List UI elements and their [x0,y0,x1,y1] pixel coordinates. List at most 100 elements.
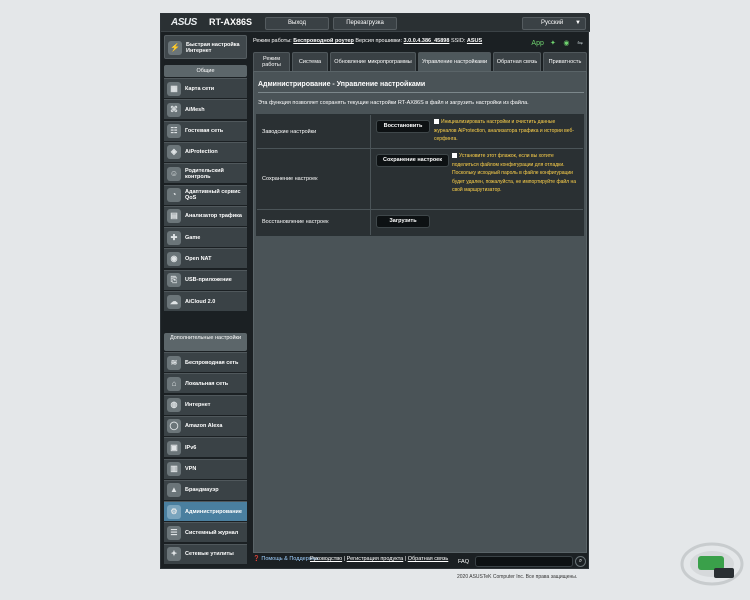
settings-table: Заводские настройки Восстановить Инициал… [256,114,584,236]
sidebar-item-label: Интернет [185,402,211,409]
sidebar-item-open-nat[interactable]: ◉ Open NAT [164,248,247,269]
firmware-link[interactable]: 3.0.0.4.386_45898 [404,38,450,44]
tab-feedback[interactable]: Обратная связь [493,52,541,71]
sidebar-item-vpn[interactable]: ▥ VPN [164,458,247,479]
faq-search-input[interactable] [475,556,573,567]
tab-bar: Режим работы Система Обновление микропро… [253,52,587,71]
sidebar-item-label: Администри­рование [185,508,242,515]
sidebar-item-label: Game [185,234,201,241]
sidebar-item-usb[interactable]: ⎘ USB-приложение [164,269,247,290]
restore-settings-label: Восстановление настроек [262,219,329,225]
chevron-down-icon: ▼ [575,20,581,26]
sidebar-item-lan[interactable]: ⌂ Локальная сеть [164,373,247,394]
save-settings-cell: Сохранение настроек Установите этот флаж… [370,149,583,209]
save-settings-button[interactable]: Сохранение настроек [376,154,449,167]
tab-label: Управление настройками [421,59,488,65]
internet-status-icon[interactable]: ◉ [562,40,570,48]
guest-network-icon: ☷ [167,124,181,139]
restore-button[interactable]: Восстановить [376,120,430,133]
registration-link[interactable]: Регистрация продукта [347,556,404,562]
sidebar-item-label: Анализатор трафика [185,213,242,220]
restore-settings-cell: Загрузить [370,210,583,235]
quick-setup-icon: ⚡ [168,40,182,55]
sidebar-item-label: Родительский контроль [185,167,224,180]
upload-button[interactable]: Загрузить [376,215,430,228]
manual-link[interactable]: Руководство [310,556,342,562]
sidebar-item-label: Беспроводная сеть [185,359,239,366]
model-name: RT-AX86S [209,17,253,27]
tab-privacy[interactable]: Приватность [543,52,587,71]
asus-logo[interactable]: ASUS [171,17,197,28]
sidebar-item-qos[interactable]: ◔ Адаптивный сервис QoS [164,184,247,205]
tab-firmware-upgrade[interactable]: Обновление микропрограммы [330,52,416,71]
clear-logs-checkbox[interactable] [434,119,439,125]
sidebar-item-label: Карта сети [185,85,215,92]
ssid-link[interactable]: ASUS [467,38,482,44]
sidebar-item-label: AiProtection [185,149,218,156]
sidebar-item-aicloud[interactable]: ☁ AiCloud 2.0 [164,291,247,311]
sidebar-item-label: VPN [185,466,197,472]
sidebar-item-ipv6[interactable]: ▣ IPv6 [164,437,247,458]
sidebar-item-label: Гостевая сеть [185,128,224,135]
watermark-logo [680,542,744,586]
sidebar-item-traffic-analyzer[interactable]: ▤ Анализатор трафика [164,205,247,226]
network-map-icon: ▦ [167,81,181,96]
tab-operation-mode[interactable]: Режим работы [253,52,290,71]
aicloud-icon: ☁ [167,294,181,309]
sidebar-item-aiprotection[interactable]: ◈ AiProtection [164,141,247,162]
quick-setup-row: ⚡ Быстрая настройка Интернет [165,37,248,58]
sidebar-item-parental-control[interactable]: ☺ Родительский контроль [164,163,247,184]
language-select[interactable]: Русский ▼ [522,17,586,30]
sidebar-item-network-map[interactable]: ▦ Карта сети [164,78,247,98]
sidebar-item-administration[interactable]: ⚙ Администри­рование [164,501,247,522]
router-admin-window: ASUS RT-AX86S Выход Перезагрузка Русский… [160,13,590,570]
sidebar-item-label: Системный журнал [185,529,239,536]
app-icon[interactable]: App [531,40,543,48]
sidebar-item-wan[interactable]: ◍ Интернет [164,394,247,415]
tab-label: Режим работы [262,56,281,68]
help-support-link[interactable]: ❓ Помощь & Поддержка [253,556,318,562]
feedback-link[interactable]: Обратная связь [408,556,449,562]
wifi-icon[interactable]: ✦ [549,40,557,48]
share-config-text: Установите этот флажок, если вы хотите п… [452,153,576,193]
firmware-label: Версия прошивки: [355,38,402,44]
reboot-button[interactable]: Перезагрузка [333,17,397,30]
quick-setup-button[interactable]: ⚡ Быстрая настройка Интернет [164,35,247,59]
sidebar-item-game[interactable]: ✚ Game [164,227,247,248]
save-settings-note: Установите этот флажок, если вы хотите п… [452,152,580,195]
sidebar-item-label: Брандмауэр [185,487,219,494]
tab-settings-management[interactable]: Управление настройками [418,52,491,71]
sidebar-item-system-log[interactable]: ☰ Системный журнал [164,522,247,543]
usb-status-icon[interactable]: ⇋ [576,40,584,48]
sidebar-item-firewall[interactable]: ▲ Брандмауэр [164,479,247,500]
sidebar-item-guest-network[interactable]: ☷ Гостевая сеть [164,120,247,141]
firewall-icon: ▲ [167,483,181,498]
alexa-icon: ◯ [167,419,181,434]
share-config-checkbox[interactable] [452,153,457,159]
page-description: Эта функция позволяет сохранять текущие … [258,100,529,106]
lan-icon: ⌂ [167,376,181,391]
open-nat-icon: ◉ [167,251,181,266]
ipv6-icon: ▣ [167,440,181,455]
general-section-header: Общие [164,65,247,77]
traffic-analyzer-icon: ▤ [167,209,181,224]
wan-icon: ◍ [167,398,181,413]
sidebar-item-label: Адаптивный сервис QoS [185,189,241,201]
sidebar-item-network-tools[interactable]: ✦ Сетевые утилиты [164,543,247,564]
sidebar-item-wireless[interactable]: ≋ Беспроводная сеть [164,352,247,372]
top-bar: ASUS RT-AX86S Выход Перезагрузка Русский… [161,14,590,32]
mode-link[interactable]: Беспроводной роутер [293,38,354,44]
tab-system[interactable]: Система [292,52,328,71]
sidebar-item-aimesh[interactable]: ⌘ AiMesh [164,99,247,120]
tab-label: Обратная связь [496,59,538,65]
footer: ❓ Помощь & Поддержка Руководство | Регис… [253,555,587,570]
wireless-icon: ≋ [167,355,181,370]
main-panel: Администрирование - Управление настройка… [253,71,587,553]
sidebar-item-label: Open NAT [185,255,212,262]
quick-setup-label: Быстрая настройка Интернет [186,41,240,54]
advanced-section-header: Дополнительные настройки [164,333,247,351]
sidebar-item-alexa[interactable]: ◯ Amazon Alexa [164,415,247,436]
logout-button[interactable]: Выход [265,17,329,30]
aiprotection-icon: ◈ [167,145,181,160]
search-icon[interactable]: ⌕ [575,556,586,567]
